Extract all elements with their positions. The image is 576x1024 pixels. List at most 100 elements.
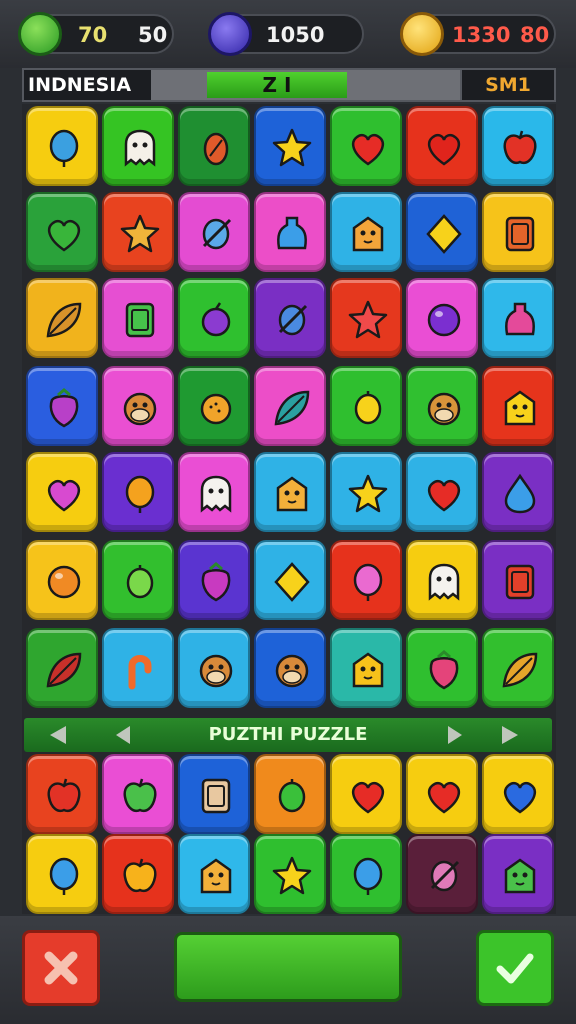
berry-icon (49, 388, 79, 428)
game-tile[interactable] (178, 628, 250, 708)
confirm-button[interactable] (476, 930, 554, 1006)
star-count-secondary: 80 (520, 23, 550, 47)
level-name: INDNESIA (28, 74, 132, 96)
arrow-right-icon[interactable] (448, 726, 462, 744)
game-tile[interactable] (102, 540, 174, 620)
game-tile[interactable] (482, 452, 554, 532)
game-tile[interactable] (482, 834, 554, 914)
game-tile[interactable] (254, 628, 326, 708)
heart-icon (427, 133, 461, 166)
star-icon (272, 856, 312, 895)
game-tile[interactable] (254, 540, 326, 620)
balloon-icon (49, 857, 79, 895)
game-tile[interactable] (178, 278, 250, 358)
star-icon (272, 128, 312, 167)
game-tile[interactable] (482, 278, 554, 358)
game-tile[interactable] (482, 106, 554, 186)
moves-label: SM1 (460, 70, 554, 100)
game-tile[interactable] (178, 834, 250, 914)
cane-icon (128, 655, 152, 690)
game-tile[interactable] (178, 192, 250, 272)
game-tile[interactable] (482, 192, 554, 272)
game-tile[interactable] (102, 834, 174, 914)
game-tile[interactable] (26, 540, 98, 620)
star-coin-icon (400, 12, 444, 56)
game-tile[interactable] (102, 278, 174, 358)
ball-icon (427, 303, 461, 337)
game-tile[interactable] (406, 754, 478, 834)
leaf-icon (46, 652, 82, 688)
bottle-icon (277, 216, 307, 250)
gem-counter: 1050 (208, 12, 364, 56)
game-tile[interactable] (330, 628, 402, 708)
house-icon (504, 858, 536, 894)
game-tile[interactable] (330, 540, 402, 620)
game-tile[interactable] (482, 628, 554, 708)
game-tile[interactable] (102, 106, 174, 186)
game-tile[interactable] (330, 106, 402, 186)
jar-icon (505, 216, 535, 252)
lemon-icon (126, 565, 154, 599)
game-tile[interactable] (482, 540, 554, 620)
game-tile[interactable] (330, 366, 402, 446)
game-tile[interactable] (330, 192, 402, 272)
game-tile[interactable] (330, 754, 402, 834)
game-tile[interactable] (178, 754, 250, 834)
game-tile[interactable] (330, 278, 402, 358)
heart-icon (503, 781, 537, 814)
star-count: 1330 (452, 23, 511, 47)
game-tile[interactable] (26, 278, 98, 358)
game-tile[interactable] (26, 366, 98, 446)
game-tile[interactable] (330, 452, 402, 532)
game-tile[interactable] (254, 366, 326, 446)
game-tile[interactable] (406, 106, 478, 186)
game-tile[interactable] (482, 366, 554, 446)
star-icon (348, 300, 388, 339)
top-hud: 70 50 1050 1330 80 (0, 0, 576, 68)
level-info-bar: INDNESIA Z I SM1 (22, 68, 556, 102)
game-tile[interactable] (482, 754, 554, 834)
close-icon (44, 951, 78, 985)
game-tile[interactable] (26, 834, 98, 914)
game-tile[interactable] (254, 278, 326, 358)
game-tile[interactable] (406, 192, 478, 272)
game-tile[interactable] (26, 452, 98, 532)
drop-icon (504, 473, 536, 514)
game-tile[interactable] (254, 834, 326, 914)
game-tile[interactable] (102, 452, 174, 532)
game-tile[interactable] (406, 834, 478, 914)
game-tile[interactable] (178, 366, 250, 446)
candy-icon (430, 860, 460, 892)
game-tile[interactable] (26, 754, 98, 834)
game-tile[interactable] (26, 192, 98, 272)
balloon-icon (125, 475, 155, 513)
game-tile[interactable] (102, 192, 174, 272)
game-tile[interactable] (254, 192, 326, 272)
game-tile[interactable] (254, 452, 326, 532)
game-tile[interactable] (330, 834, 402, 914)
apple-icon (123, 858, 157, 893)
game-tile[interactable] (102, 754, 174, 834)
game-tile[interactable] (406, 452, 478, 532)
cancel-button[interactable] (22, 930, 100, 1006)
game-tile[interactable] (102, 366, 174, 446)
balloon-icon (49, 129, 79, 167)
action-button[interactable] (174, 932, 402, 1002)
diamond-icon (274, 562, 310, 602)
arrow-right-outer-icon[interactable] (502, 726, 518, 744)
game-tile[interactable] (102, 628, 174, 708)
game-tile[interactable] (178, 106, 250, 186)
game-tile[interactable] (406, 540, 478, 620)
game-tile[interactable] (406, 366, 478, 446)
game-tile[interactable] (26, 106, 98, 186)
game-tile[interactable] (406, 278, 478, 358)
game-tile[interactable] (178, 540, 250, 620)
game-tile[interactable] (26, 628, 98, 708)
game-tile[interactable] (406, 628, 478, 708)
game-tile[interactable] (254, 754, 326, 834)
leaf-count: 70 (78, 23, 108, 47)
game-tile[interactable] (254, 106, 326, 186)
game-board (22, 104, 556, 914)
gem-count: 1050 (266, 23, 325, 47)
game-tile[interactable] (178, 452, 250, 532)
